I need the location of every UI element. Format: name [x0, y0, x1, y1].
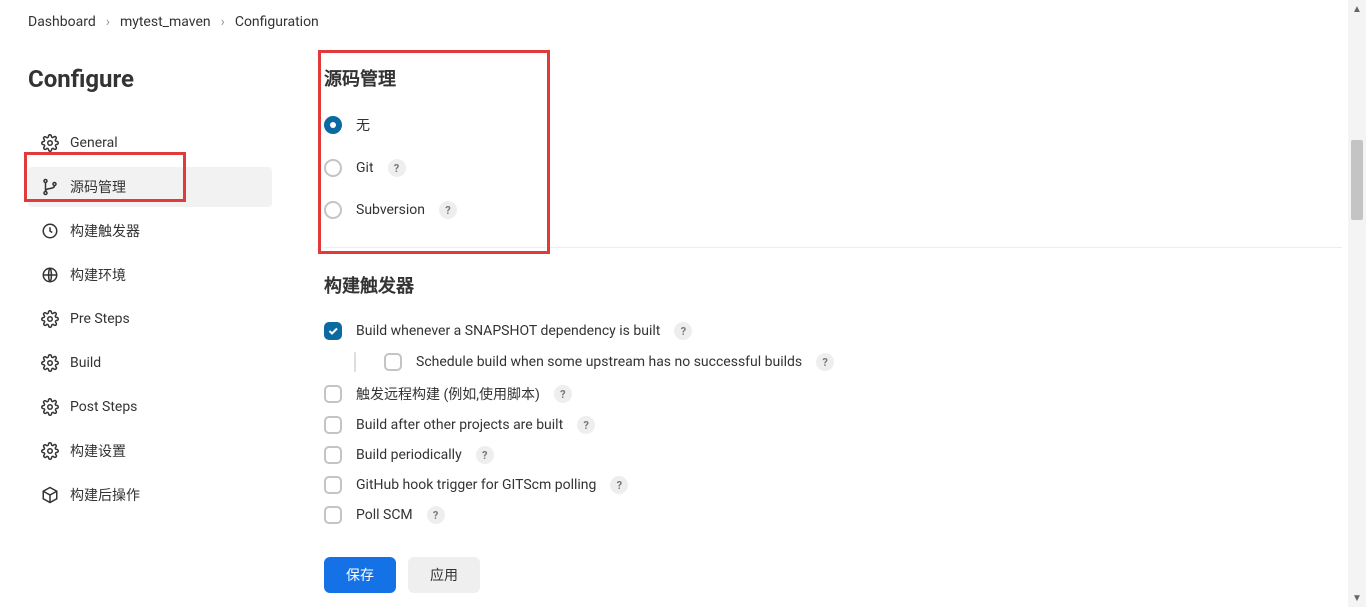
sidebar-item-label: Post Steps	[70, 399, 137, 415]
scroll-down-icon[interactable]: ▼	[1348, 589, 1366, 607]
checkbox-label: 触发远程构建 (例如,使用脚本)	[356, 384, 540, 404]
section-title-triggers: 构建触发器	[324, 272, 1342, 298]
trigger-row: Build after other projects are built?	[324, 416, 1342, 434]
sidebar-item-1[interactable]: 源码管理	[28, 167, 272, 207]
page-title: Configure	[28, 65, 272, 93]
help-icon[interactable]: ?	[427, 506, 445, 524]
chevron-right-icon: ›	[221, 14, 225, 30]
radio-label: Git	[356, 160, 374, 176]
help-icon[interactable]: ?	[610, 476, 628, 494]
scroll-up-icon[interactable]: ▲	[1348, 0, 1366, 18]
sidebar-item-label: 构建设置	[70, 441, 126, 461]
sidebar-item-5[interactable]: Build	[28, 343, 272, 383]
sidebar-item-label: 源码管理	[70, 177, 126, 197]
globe-icon	[40, 265, 60, 285]
save-button[interactable]: 保存	[324, 557, 396, 593]
radio-scm-1[interactable]	[324, 159, 342, 177]
checkbox-trigger-5[interactable]	[324, 476, 342, 494]
sidebar-item-label: Build	[70, 355, 101, 371]
help-icon[interactable]: ?	[816, 353, 834, 371]
help-icon[interactable]: ?	[674, 322, 692, 340]
radio-label: 无	[356, 115, 370, 135]
checkbox-label: Build periodically	[356, 447, 462, 463]
sidebar: Configure General 源码管理构建触发器构建环境 Pre Steps B…	[0, 65, 300, 604]
checkbox-label: Schedule build when some upstream has no…	[416, 354, 802, 370]
help-icon[interactable]: ?	[577, 416, 595, 434]
divider	[324, 247, 1342, 248]
branch-icon	[40, 177, 60, 197]
scroll-thumb[interactable]	[1351, 140, 1363, 220]
trigger-row: Build periodically?	[324, 446, 1342, 464]
clock-icon	[40, 221, 60, 241]
trigger-row: 触发远程构建 (例如,使用脚本)?	[324, 384, 1342, 404]
scm-option-row: 无	[324, 115, 1342, 135]
indent-bar	[354, 352, 356, 372]
content: 源码管理 无Git?Subversion? 构建触发器 Build whenev…	[300, 65, 1366, 604]
sidebar-item-7[interactable]: 构建设置	[28, 431, 272, 471]
checkbox-trigger-4[interactable]	[324, 446, 342, 464]
trigger-row: Schedule build when some upstream has no…	[354, 352, 1342, 372]
scm-radio-group: 无Git?Subversion?	[324, 115, 1342, 219]
help-icon[interactable]: ?	[476, 446, 494, 464]
chevron-right-icon: ›	[106, 14, 110, 30]
checkbox-label: Poll SCM	[356, 507, 413, 523]
sidebar-item-label: Pre Steps	[70, 311, 130, 327]
radio-label: Subversion	[356, 202, 425, 218]
sidebar-item-4[interactable]: Pre Steps	[28, 299, 272, 339]
help-icon[interactable]: ?	[388, 159, 406, 177]
trigger-row: GitHub hook trigger for GITScm polling?	[324, 476, 1342, 494]
scrollbar-vertical[interactable]: ▲ ▼	[1348, 0, 1366, 607]
sidebar-item-label: 构建后操作	[70, 485, 140, 505]
checkbox-trigger-0[interactable]	[324, 322, 342, 340]
checkbox-trigger-3[interactable]	[324, 416, 342, 434]
sidebar-item-label: General	[70, 135, 118, 151]
sidebar-item-6[interactable]: Post Steps	[28, 387, 272, 427]
scm-option-row: Git?	[324, 159, 1342, 177]
package-icon	[40, 485, 60, 505]
triggers-checklist: Build whenever a SNAPSHOT dependency is …	[324, 322, 1342, 524]
checkbox-label: Build after other projects are built	[356, 417, 563, 433]
help-icon[interactable]: ?	[554, 385, 572, 403]
gear-icon	[40, 309, 60, 329]
sidebar-item-2[interactable]: 构建触发器	[28, 211, 272, 251]
breadcrumb: Dashboard › mytest_maven › Configuration	[0, 0, 1366, 45]
radio-scm-2[interactable]	[324, 201, 342, 219]
breadcrumb-item[interactable]: mytest_maven	[120, 14, 211, 30]
gear-icon	[40, 397, 60, 417]
sidebar-item-0[interactable]: General	[28, 123, 272, 163]
trigger-row: Build whenever a SNAPSHOT dependency is …	[324, 322, 1342, 340]
section-title-scm: 源码管理	[324, 65, 1342, 91]
radio-scm-0[interactable]	[324, 116, 342, 134]
sidebar-item-label: 构建环境	[70, 265, 126, 285]
breadcrumb-item[interactable]: Dashboard	[28, 14, 96, 30]
sidebar-item-3[interactable]: 构建环境	[28, 255, 272, 295]
checkbox-trigger-2[interactable]	[324, 385, 342, 403]
checkbox-trigger-6[interactable]	[324, 506, 342, 524]
breadcrumb-item[interactable]: Configuration	[235, 14, 319, 30]
checkbox-label: Build whenever a SNAPSHOT dependency is …	[356, 323, 660, 339]
gear-icon	[40, 133, 60, 153]
sidebar-item-label: 构建触发器	[70, 221, 140, 241]
trigger-row: Poll SCM?	[324, 506, 1342, 524]
help-icon[interactable]: ?	[439, 201, 457, 219]
checkbox-label: GitHub hook trigger for GITScm polling	[356, 477, 596, 493]
scm-option-row: Subversion?	[324, 201, 1342, 219]
gear-icon	[40, 353, 60, 373]
apply-button[interactable]: 应用	[408, 557, 480, 593]
sidebar-item-8[interactable]: 构建后操作	[28, 475, 272, 515]
checkbox-trigger-1[interactable]	[384, 353, 402, 371]
footer-buttons: 保存 应用	[324, 557, 480, 593]
gear-icon	[40, 441, 60, 461]
